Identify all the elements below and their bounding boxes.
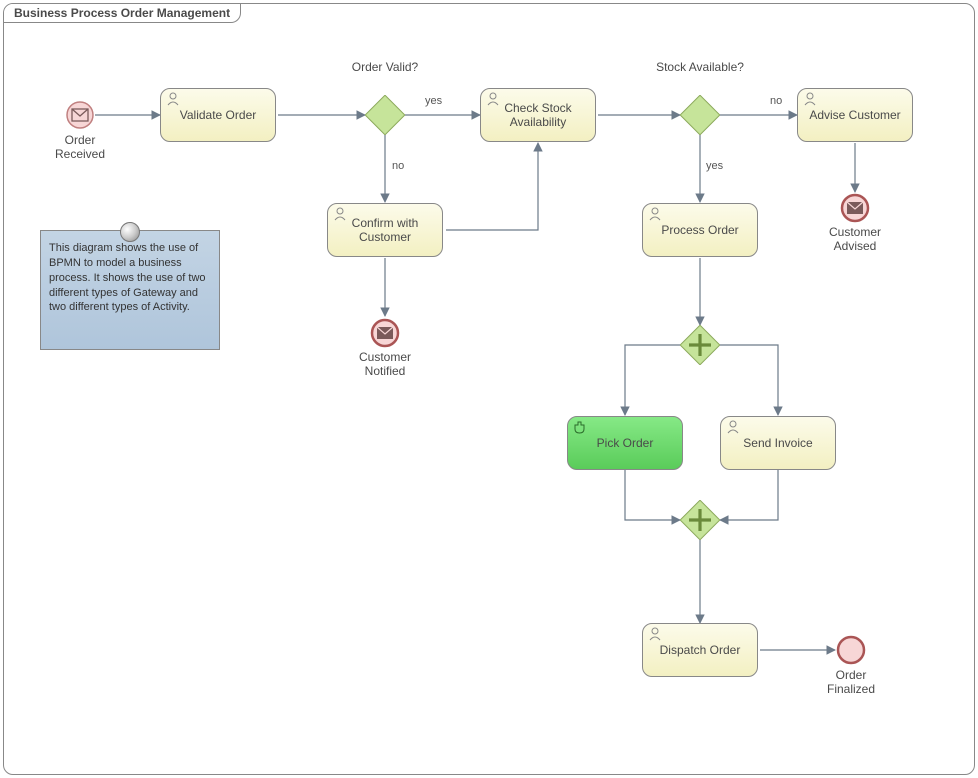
gateway-stock-available[interactable]: [680, 95, 720, 135]
task-check-stock[interactable]: Check Stock Availability: [480, 88, 596, 142]
end-label: Customer Advised: [820, 225, 890, 253]
task-advise[interactable]: Advise Customer: [797, 88, 913, 142]
note-text: This diagram shows the use of BPMN to mo…: [49, 242, 206, 313]
task-confirm[interactable]: Confirm with Customer: [327, 203, 443, 257]
task-label: Dispatch Order: [660, 643, 741, 657]
task-label: Check Stock Availability: [487, 101, 589, 129]
user-icon: [802, 91, 818, 110]
user-icon: [485, 91, 501, 110]
task-label: Process Order: [661, 223, 738, 237]
task-label: Validate Order: [180, 108, 256, 122]
pin-icon: [120, 222, 140, 242]
end-label: Order Finalized: [816, 668, 886, 696]
task-label: Pick Order: [597, 436, 654, 450]
start-event[interactable]: [65, 100, 95, 130]
end-event-notified[interactable]: [370, 318, 400, 348]
end-event-advised[interactable]: [840, 193, 870, 223]
user-icon: [165, 91, 181, 110]
user-icon: [647, 626, 663, 645]
task-pick[interactable]: Pick Order: [567, 416, 683, 470]
parallel-gateway-split[interactable]: [680, 325, 720, 365]
user-icon: [647, 206, 663, 225]
gateway-label: Order Valid?: [345, 60, 425, 74]
canvas: Business Process Order Management: [0, 0, 978, 778]
annotation-note: This diagram shows the use of BPMN to mo…: [40, 230, 220, 350]
gateway-label: Stock Available?: [650, 60, 750, 74]
task-process[interactable]: Process Order: [642, 203, 758, 257]
parallel-gateway-join[interactable]: [680, 500, 720, 540]
edge-label: yes: [425, 95, 442, 107]
hand-icon: [572, 419, 588, 438]
task-invoice[interactable]: Send Invoice: [720, 416, 836, 470]
end-event-finalized[interactable]: [836, 635, 866, 665]
task-label: Confirm with Customer: [334, 216, 436, 244]
pool-title: Business Process Order Management: [4, 4, 241, 23]
task-label: Advise Customer: [809, 108, 900, 122]
task-label: Send Invoice: [743, 436, 812, 450]
edge-label: no: [392, 160, 404, 172]
start-label: Order Received: [45, 133, 115, 161]
edge-label: yes: [706, 160, 723, 172]
gateway-order-valid[interactable]: [365, 95, 405, 135]
user-icon: [332, 206, 348, 225]
end-label: Customer Notified: [350, 350, 420, 378]
user-icon: [725, 419, 741, 438]
task-dispatch[interactable]: Dispatch Order: [642, 623, 758, 677]
edge-label: no: [770, 95, 782, 107]
task-validate[interactable]: Validate Order: [160, 88, 276, 142]
